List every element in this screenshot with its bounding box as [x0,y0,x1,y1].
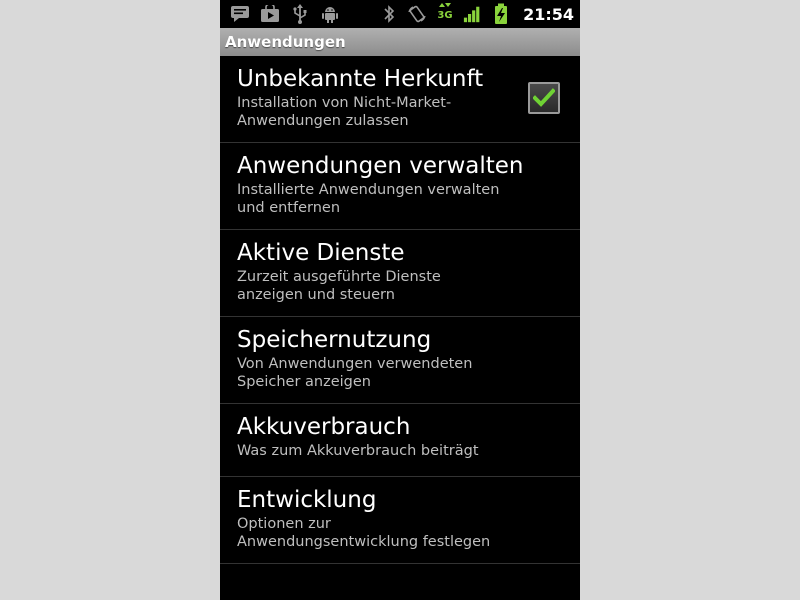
setting-title: Aktive Dienste [237,240,405,266]
setting-unknown-sources[interactable]: Unbekannte Herkunft Installation von Nic… [220,56,580,143]
rotate-icon [407,4,427,24]
android-debug-icon [320,4,340,24]
setting-summary: Was zum Akkuverbrauch beiträgt [237,443,479,459]
usb-icon [290,4,310,24]
setting-battery-use[interactable]: Akkuverbrauch Was zum Akkuverbrauch beit… [220,404,580,477]
bluetooth-icon [379,4,399,24]
unknown-sources-checkbox[interactable] [528,82,560,114]
setting-summary: Von Anwendungen verwendeten Speicher anz… [237,356,473,390]
setting-title: Entwicklung [237,487,377,513]
setting-manage-apps[interactable]: Anwendungen verwalten Installierte Anwen… [220,143,580,230]
status-bar[interactable]: 3G 21:54 [220,0,580,28]
setting-running-services[interactable]: Aktive Dienste Zurzeit ausgeführte Diens… [220,230,580,317]
setting-summary: Optionen zur Anwendungsentwicklung festl… [237,516,491,550]
clock: 21:54 [523,4,574,24]
settings-list: Unbekannte Herkunft Installation von Nic… [220,56,580,564]
market-icon [260,4,280,24]
battery-charging-icon [491,3,511,24]
setting-summary: Zurzeit ausgeführte Dienste anzeigen und… [237,269,441,303]
phone-screen: 3G 21:54 Anwendungen Unbekannte Herkunft… [220,0,580,600]
setting-development[interactable]: Entwicklung Optionen zur Anwendungsentwi… [220,477,580,564]
setting-summary: Installierte Anwendungen verwalten und e… [237,182,500,216]
network-3g-icon: 3G [435,3,455,24]
page-title: Anwendungen [220,28,580,56]
signal-icon [463,4,483,24]
setting-title: Speichernutzung [237,327,432,353]
setting-storage-use[interactable]: Speichernutzung Von Anwendungen verwende… [220,317,580,404]
setting-title: Akkuverbrauch [237,414,411,440]
network-type-label: 3G [437,10,452,21]
checkmark-icon [533,88,555,107]
message-icon [230,4,250,24]
setting-title: Unbekannte Herkunft [237,66,484,92]
setting-title: Anwendungen verwalten [237,153,524,179]
setting-summary: Installation von Nicht-Market-Anwendunge… [237,95,452,129]
